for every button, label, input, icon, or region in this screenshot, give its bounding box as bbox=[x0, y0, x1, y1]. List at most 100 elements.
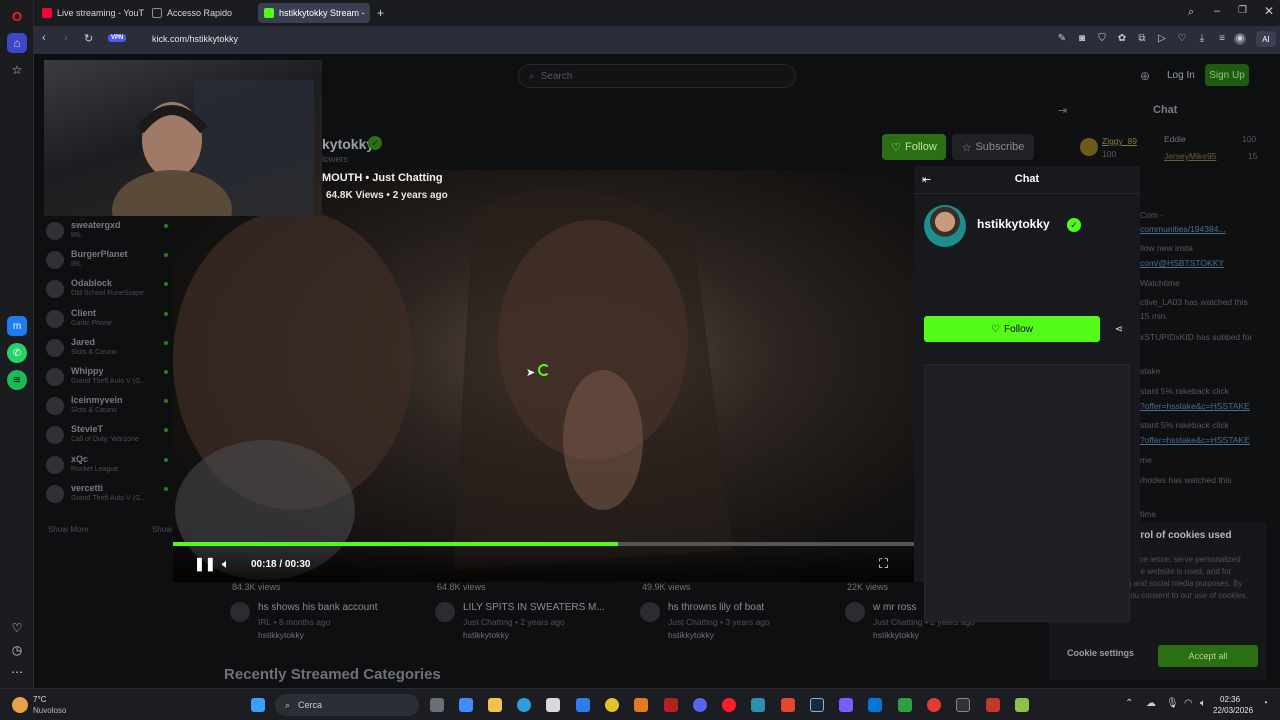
cloud-icon[interactable]: ☁ bbox=[1146, 698, 1156, 709]
video-title[interactable]: hs throwns lily of boat bbox=[668, 602, 764, 613]
puzzle-icon[interactable]: ⧉ bbox=[1136, 33, 1148, 45]
top-user-name[interactable]: JerseyMike95 bbox=[1164, 151, 1216, 161]
video-channel[interactable]: hstikkytokky bbox=[873, 630, 919, 640]
profile-icon[interactable]: ◉ bbox=[1234, 33, 1246, 45]
app-icon[interactable] bbox=[986, 698, 1000, 712]
video-channel[interactable]: hstikkytokky bbox=[258, 630, 304, 640]
weather-icon[interactable] bbox=[12, 697, 28, 713]
play-icon[interactable]: ▷ bbox=[1156, 33, 1168, 45]
maximize-icon[interactable]: ❐ bbox=[1238, 5, 1247, 16]
top-user-name[interactable]: Ziggy_89 bbox=[1102, 136, 1137, 146]
sidebar-channel[interactable]: Odablock Old School RuneScape bbox=[46, 278, 168, 306]
video-title[interactable]: LILY SPITS IN SWEATERS M... bbox=[463, 602, 605, 613]
cookie-accept-button[interactable]: Accept all bbox=[1158, 645, 1258, 667]
show-link[interactable]: Show bbox=[152, 525, 172, 534]
chat-message[interactable]: ?offer=hsstake&c=HSSTAKE bbox=[1140, 401, 1250, 411]
video-title[interactable]: w mr ross bbox=[873, 602, 916, 613]
sidebar-channel[interactable]: Iceinmyvein Slots & Casino bbox=[46, 395, 168, 423]
sidebar-channel[interactable]: BurgerPlanet IRL bbox=[46, 249, 168, 277]
globe-icon[interactable]: ⊕ bbox=[1140, 69, 1150, 83]
reload-icon[interactable]: ↻ bbox=[84, 32, 93, 45]
wifi-icon[interactable]: ◠ bbox=[1184, 698, 1193, 709]
back-icon[interactable]: ‹ bbox=[42, 32, 46, 44]
shield-icon[interactable]: ⛉ bbox=[1096, 33, 1108, 45]
url-field[interactable]: kick.com/hstikkytokky bbox=[152, 34, 238, 44]
popout-follow-button[interactable]: ♡ Follow bbox=[924, 316, 1100, 342]
collapse-chat-icon[interactable]: ⇥ bbox=[1058, 104, 1067, 117]
progress-bar[interactable] bbox=[173, 542, 915, 546]
discord-icon[interactable] bbox=[693, 698, 707, 712]
edge-icon[interactable] bbox=[517, 698, 531, 712]
download-icon[interactable]: ⤓ bbox=[1196, 33, 1208, 45]
history-icon[interactable]: ◷ bbox=[7, 640, 27, 660]
sidebar-channel[interactable]: xQc Rocket League bbox=[46, 454, 168, 482]
tab-youtube[interactable]: Live streaming - YouTube bbox=[36, 3, 144, 23]
fullscreen-icon[interactable]: ⛶ bbox=[879, 556, 888, 572]
vpn-badge[interactable]: VPN bbox=[108, 34, 127, 42]
close-icon[interactable]: ✕ bbox=[1264, 4, 1274, 18]
heart-icon[interactable]: ♡ bbox=[7, 618, 27, 638]
video-player[interactable] bbox=[173, 170, 915, 582]
login-link[interactable]: Log In bbox=[1167, 70, 1195, 81]
app-icon[interactable] bbox=[927, 698, 941, 712]
camera-icon[interactable]: ◙ bbox=[1076, 33, 1088, 45]
steam-icon[interactable] bbox=[810, 698, 824, 712]
subscribe-button[interactable]: ☆ Subscribe bbox=[952, 134, 1034, 160]
sidebar-channel[interactable]: vercetti Grand Theft Auto V (G... bbox=[46, 483, 168, 511]
opera-icon[interactable] bbox=[722, 698, 736, 712]
opera-logo-icon[interactable]: O bbox=[7, 6, 27, 26]
app-icon[interactable] bbox=[634, 698, 648, 712]
task-view-icon[interactable] bbox=[430, 698, 444, 712]
app-icon[interactable] bbox=[751, 698, 765, 712]
sidebar-channel[interactable]: Jared Slots & Casino bbox=[46, 337, 168, 365]
signup-button[interactable]: Sign Up bbox=[1205, 64, 1249, 86]
cookie-settings-button[interactable]: Cookie settings bbox=[1067, 648, 1134, 658]
extension-icon[interactable]: ✿ bbox=[1116, 33, 1128, 45]
chat-message[interactable]: communities/194384... bbox=[1140, 224, 1226, 234]
share-icon[interactable]: ⋖ bbox=[1108, 316, 1130, 342]
sidebar-channel[interactable]: Whippy Grand Theft Auto V (G... bbox=[46, 366, 168, 394]
windows-start-icon[interactable] bbox=[251, 698, 265, 712]
app-icon[interactable] bbox=[898, 698, 912, 712]
app-icon[interactable] bbox=[781, 698, 795, 712]
sidebar-channel[interactable]: Client Gartic Phone bbox=[46, 308, 168, 336]
forward-icon[interactable]: › bbox=[64, 32, 68, 44]
spotify-icon[interactable]: ≋ bbox=[7, 370, 27, 390]
show-more-link[interactable]: Show More bbox=[48, 525, 88, 534]
copilot-icon[interactable] bbox=[459, 698, 473, 712]
search-input[interactable]: ⌕ Search bbox=[518, 64, 796, 88]
top-user-name[interactable]: Eddie bbox=[1164, 134, 1186, 144]
home-icon[interactable]: ⌂ bbox=[7, 33, 27, 53]
tab-kick[interactable]: hstikkytokky Stream - bbox=[258, 3, 370, 23]
pause-icon[interactable]: ❚❚ bbox=[194, 556, 216, 572]
taskbar-search[interactable]: ⌕ Cerca bbox=[275, 694, 419, 716]
tab-accesso-rapido[interactable]: Accesso Rapido bbox=[146, 3, 256, 23]
terminal-icon[interactable] bbox=[956, 698, 970, 712]
heart-outline-icon[interactable]: ♡ bbox=[1176, 33, 1188, 45]
video-channel[interactable]: hstikkytokky bbox=[668, 630, 714, 640]
chrome-icon[interactable] bbox=[605, 698, 619, 712]
store-icon[interactable] bbox=[546, 698, 560, 712]
vscode-icon[interactable] bbox=[868, 698, 882, 712]
volume-icon[interactable]: 🔈︎ bbox=[222, 556, 230, 572]
app-icon[interactable] bbox=[1015, 698, 1029, 712]
new-tab-button[interactable]: + bbox=[374, 3, 390, 23]
sidebar-channel[interactable]: sweatergxd IRL bbox=[46, 220, 168, 248]
minimize-icon[interactable]: – bbox=[1214, 5, 1220, 17]
chat-message[interactable]: ?offer=hsstake&c=HSSTAKE bbox=[1140, 435, 1250, 445]
file-explorer-icon[interactable] bbox=[488, 698, 502, 712]
mail-icon[interactable] bbox=[576, 698, 590, 712]
ai-button[interactable]: AI bbox=[1256, 31, 1276, 47]
follow-button[interactable]: ♡ Follow bbox=[882, 134, 946, 160]
edit-icon[interactable]: ✎ bbox=[1056, 33, 1068, 45]
speaker-icon[interactable]: 🔈︎ bbox=[1200, 698, 1206, 709]
clock-time[interactable]: 02:36 bbox=[1220, 695, 1240, 704]
app-icon[interactable] bbox=[839, 698, 853, 712]
notification-icon[interactable]: ◔ bbox=[1262, 698, 1268, 709]
filezilla-icon[interactable] bbox=[664, 698, 678, 712]
mic-icon[interactable]: 🎙︎ bbox=[1166, 698, 1179, 709]
chat-message[interactable]: com/@HSBTSTOKKY bbox=[1140, 258, 1224, 268]
more-icon[interactable]: ⋯ bbox=[7, 662, 27, 682]
menu-icon[interactable]: ≡ bbox=[1216, 33, 1228, 45]
sidebar-channel[interactable]: StevieT Call of Duty: Warzone bbox=[46, 424, 168, 452]
